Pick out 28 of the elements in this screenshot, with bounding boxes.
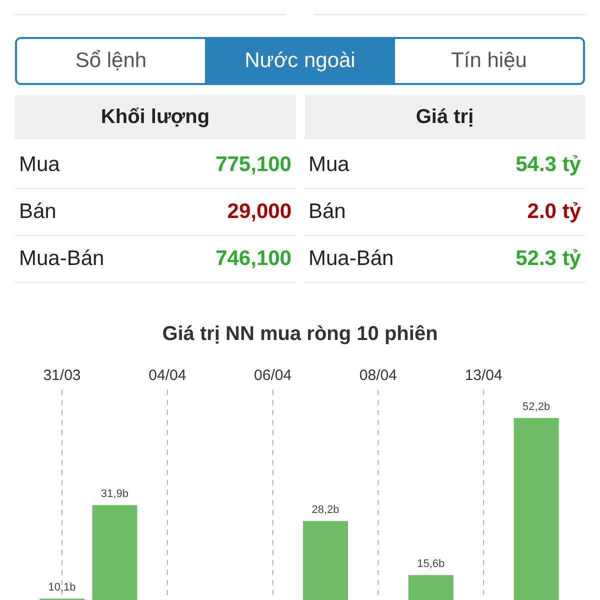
bar-value: 28,2b [312,504,340,516]
row-label: Mua-Bán [19,247,104,271]
chart-title: Giá trị NN mua ròng 10 phiên [161,323,439,346]
row-value: 775,100 [216,153,292,177]
axis-label: 31/03 [43,367,81,384]
row-value: 52.3 tỷ [516,247,581,271]
row-label: Mua-Bán [308,247,394,271]
row-value: 746,100 [216,247,292,271]
tab[interactable]: Nước ngoài [205,39,394,83]
tab[interactable]: Tín hiệu [394,39,583,83]
row-label: Mua [308,153,350,177]
bar-value: 52,2b [522,401,550,414]
axis-label: 04/04 [148,367,186,384]
row-value: 29,000 [227,200,292,224]
row-value: 2.0 tỷ [527,200,581,224]
row-value: 54.3 tỷ [516,153,581,177]
row-label: Bán [308,200,346,224]
bar-value: 31,9b [100,488,128,500]
bar-value: 15,6b [417,558,445,570]
row-label: Bán [19,200,56,224]
axis-label: 08/04 [359,367,397,384]
column-header: Khối lượng [15,95,296,139]
axis-label: 06/04 [254,367,292,384]
axis-label: 13/04 [464,367,502,384]
row-label: Mua [19,153,60,177]
bar [408,575,454,600]
column-header: Giá trị [304,95,585,139]
bar-value: 10,1b [48,582,76,594]
